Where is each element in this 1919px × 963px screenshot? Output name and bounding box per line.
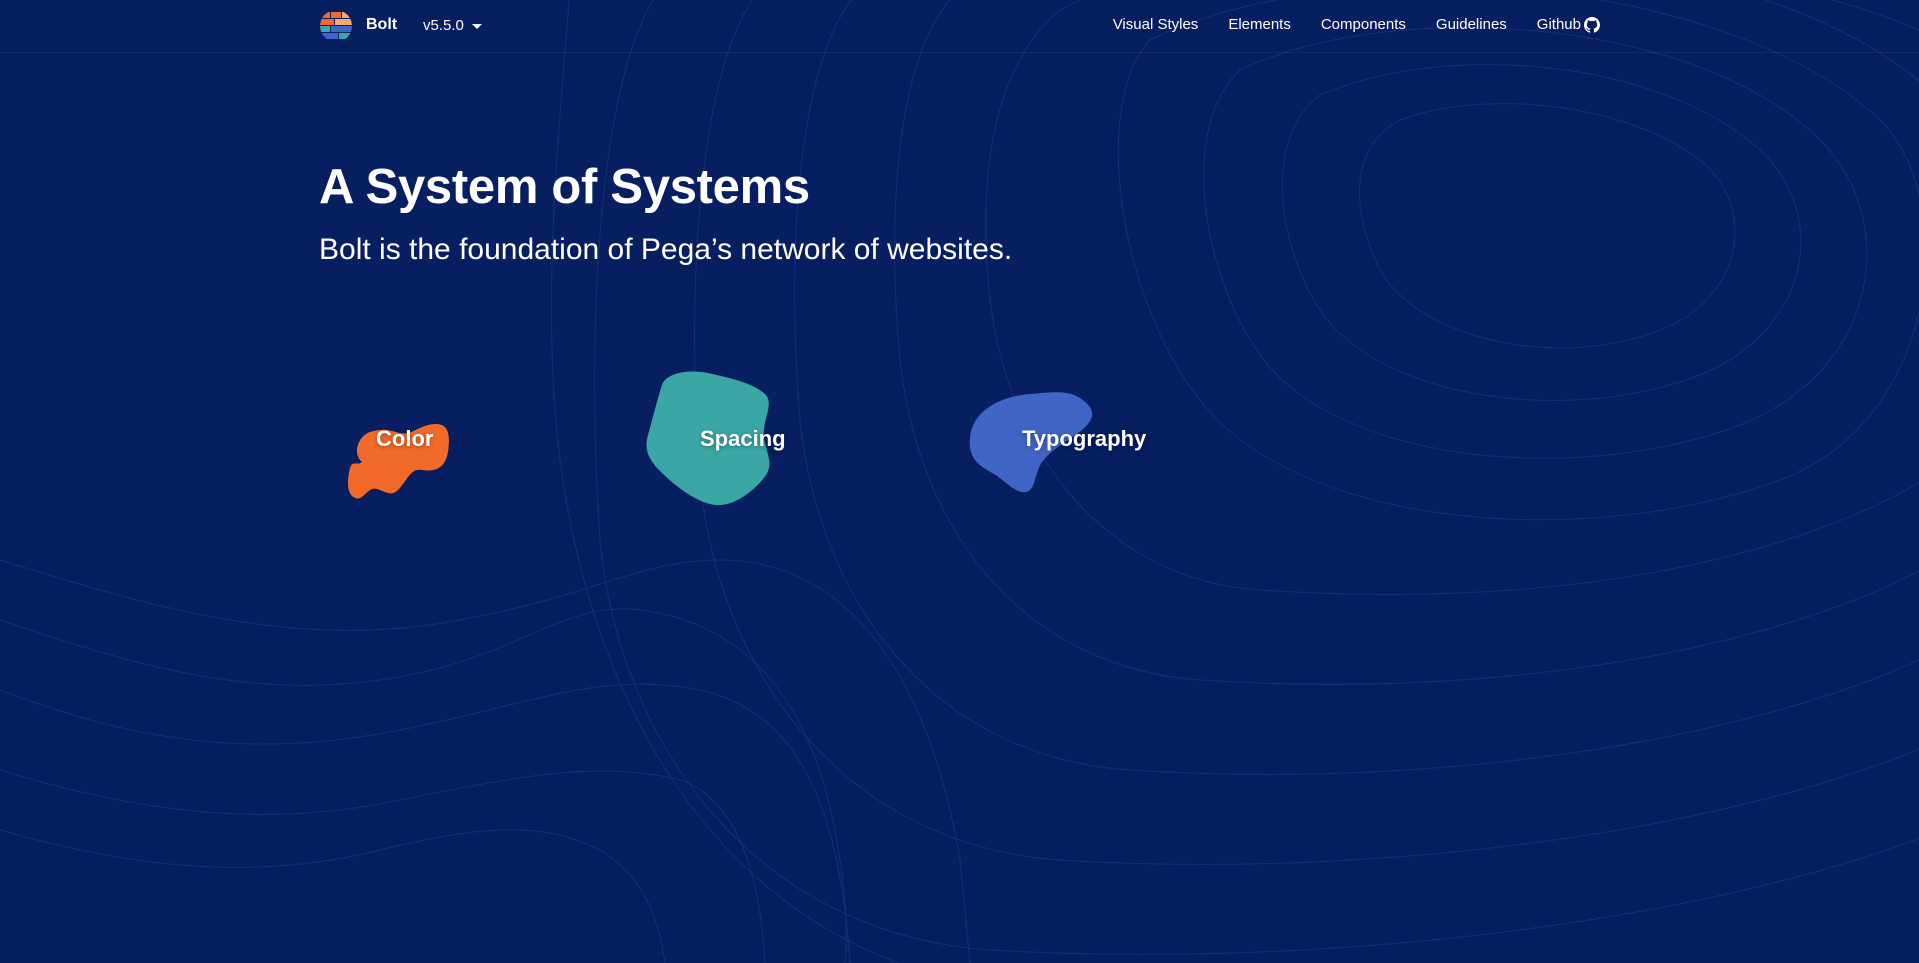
nav-link-github-label: Github xyxy=(1536,16,1581,33)
color-blob-icon xyxy=(348,424,449,499)
card-label-spacing: Spacing xyxy=(700,426,786,451)
card-label-color: Color xyxy=(376,426,434,451)
nav-link-elements[interactable]: Elements xyxy=(1228,15,1291,35)
typography-blob-icon xyxy=(969,392,1093,493)
nav-link-guidelines[interactable]: Guidelines xyxy=(1436,15,1507,35)
nav-link-github[interactable]: Github xyxy=(1537,15,1600,35)
nav-link-visual-styles[interactable]: Visual Styles xyxy=(1113,15,1199,35)
card-spacing[interactable]: Spacing xyxy=(636,365,836,515)
page-subtitle: Bolt is the foundation of Pega’s network… xyxy=(319,233,1013,266)
bolt-logo-icon[interactable] xyxy=(319,9,353,43)
chevron-down-icon xyxy=(471,23,482,29)
card-color[interactable]: Color xyxy=(312,380,512,530)
github-icon xyxy=(1584,17,1600,33)
top-navbar: Bolt v5.5.0 Visual Styles Elements Compo… xyxy=(0,0,1919,53)
brand-name[interactable]: Bolt xyxy=(366,15,397,35)
card-typography[interactable]: Typography xyxy=(960,380,1160,530)
card-label-typography: Typography xyxy=(1022,426,1147,451)
nav-links: Visual Styles Elements Components Guidel… xyxy=(1113,15,1600,35)
nav-link-components[interactable]: Components xyxy=(1321,15,1406,35)
page-title: A System of Systems xyxy=(319,160,810,214)
version-label: v5.5.0 xyxy=(423,17,464,34)
version-dropdown[interactable]: v5.5.0 xyxy=(423,16,482,36)
